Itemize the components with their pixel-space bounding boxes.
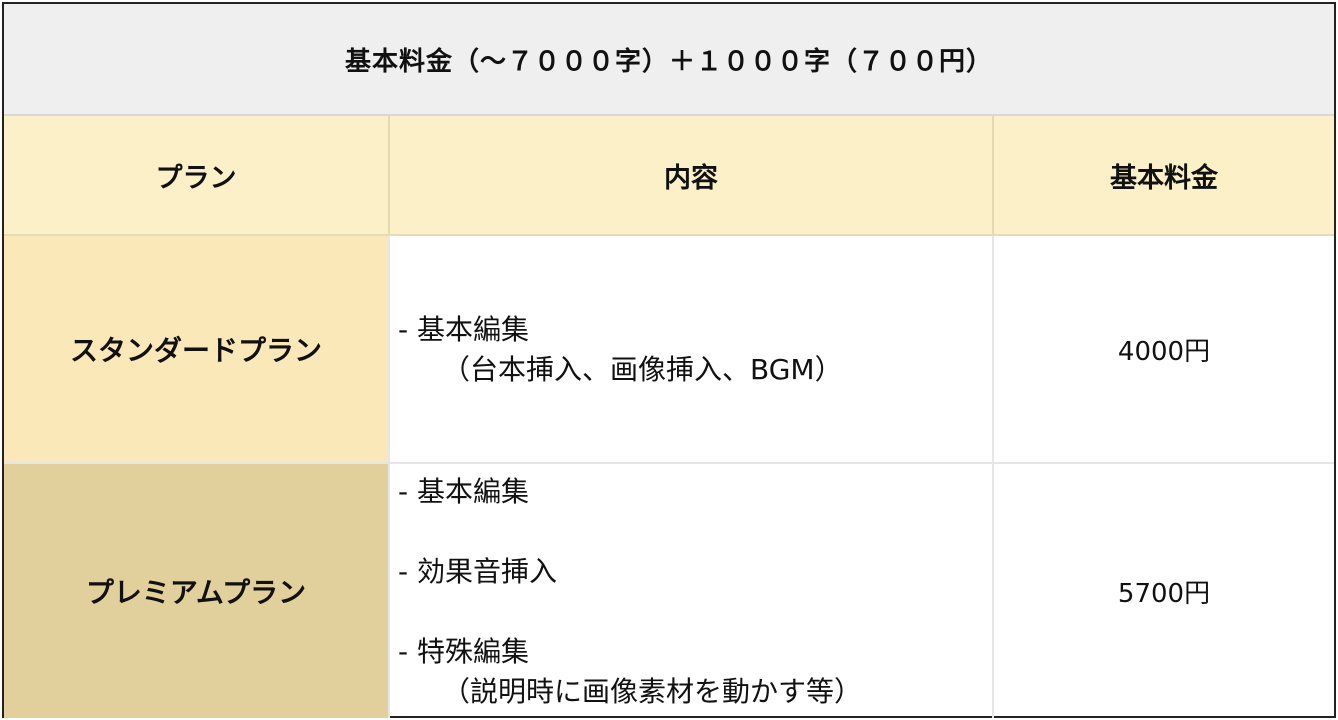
price-premium: 5700円 [992, 464, 1334, 718]
content-line: - 基本編集 [398, 475, 530, 508]
header-plan: プラン [155, 162, 237, 194]
table-row: プレミアムプラン - 基本編集 - 効果音挿入 - 特殊編集 （説明時に画像素材… [4, 464, 1334, 718]
pricing-table: 基本料金（〜７０００字）＋１０００字（７００円） プラン 内容 基本料金 スタン… [2, 2, 1336, 718]
plan-name-standard: スタンダードプラン [4, 236, 388, 462]
price-standard: 4000円 [992, 236, 1334, 462]
header-row: プラン 内容 基本料金 [4, 116, 1334, 236]
table-title: 基本料金（〜７０００字）＋１０００字（７００円） [4, 4, 1334, 116]
content-line: （説明時に画像素材を動かす等） [442, 675, 863, 708]
plan-content-standard: - 基本編集 （台本挿入、画像挿入、BGM） [388, 236, 992, 462]
plan-content-premium: - 基本編集 - 効果音挿入 - 特殊編集 （説明時に画像素材を動かす等） [388, 464, 992, 718]
header-price: 基本料金 [992, 116, 1334, 234]
content-line: - 特殊編集 [398, 635, 530, 668]
content-line: - 効果音挿入 [398, 555, 558, 588]
table-row: スタンダードプラン - 基本編集 （台本挿入、画像挿入、BGM） 4000円 [4, 236, 1334, 464]
plan-name-premium: プレミアムプラン [4, 464, 388, 718]
header-content: 内容 [388, 116, 992, 234]
content-line: - 基本編集 [398, 313, 530, 346]
content-line: （台本挿入、画像挿入、BGM） [442, 353, 843, 386]
